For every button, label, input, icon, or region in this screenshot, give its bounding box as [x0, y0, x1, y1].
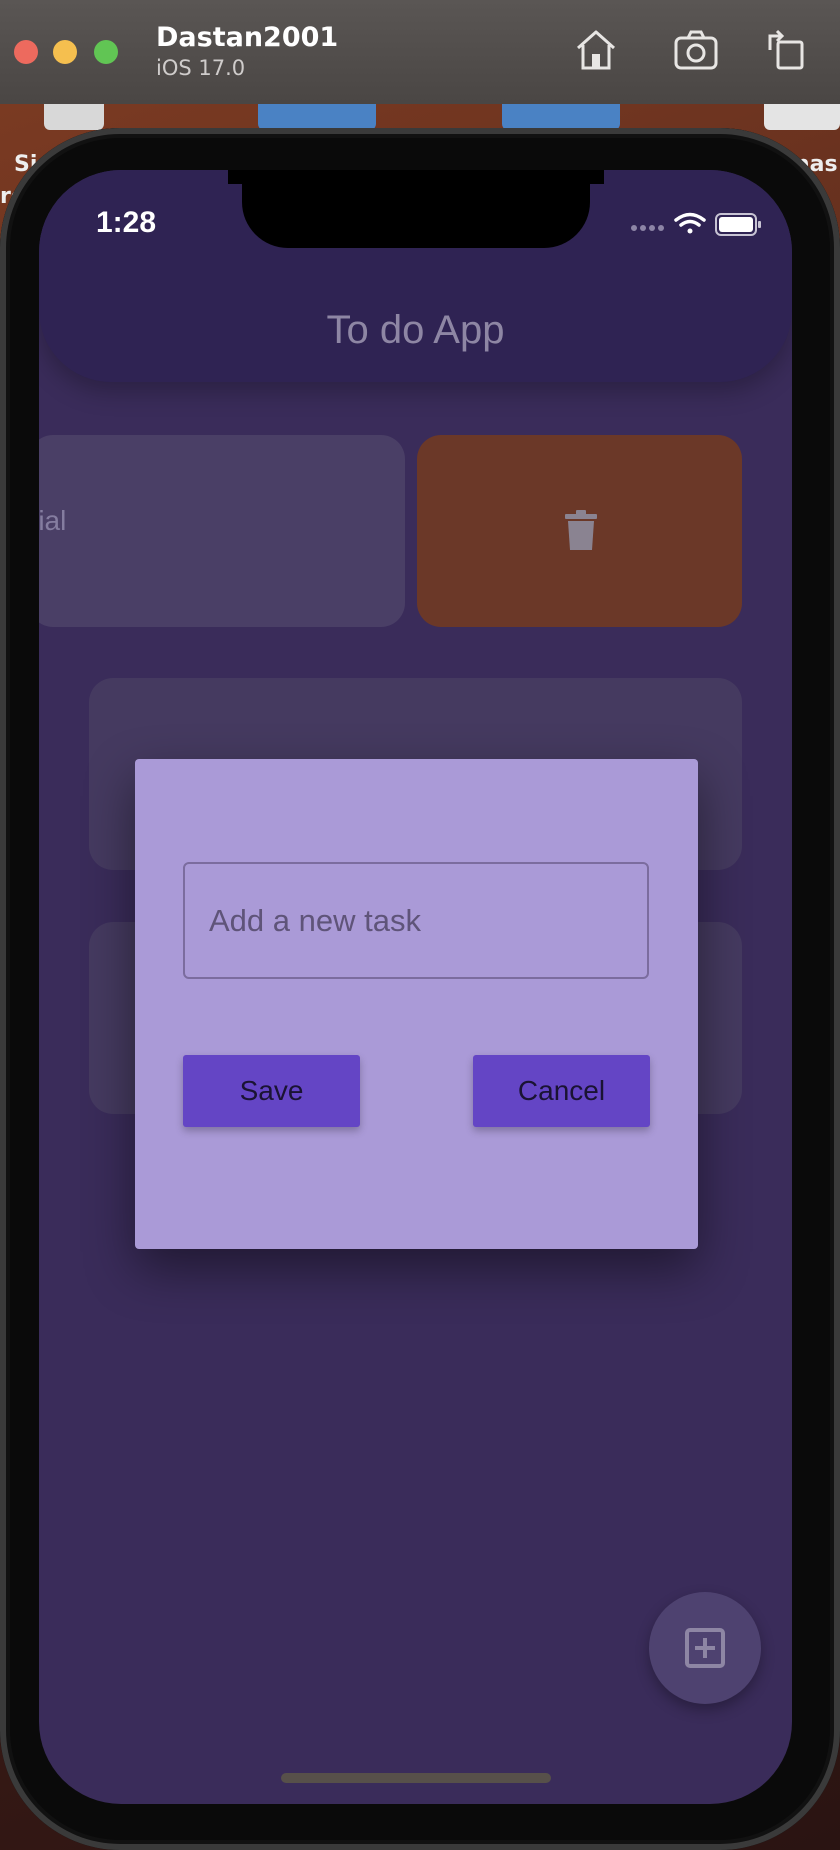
save-button[interactable]: Save: [183, 1055, 360, 1127]
camera-notch: [242, 170, 590, 248]
desktop-folder-thumbnail[interactable]: [502, 104, 620, 130]
minimize-window-button[interactable]: [53, 40, 77, 64]
trash-icon[interactable]: [565, 510, 597, 550]
desktop-folder-thumbnail[interactable]: [258, 104, 376, 130]
desktop-file-thumbnail[interactable]: [44, 104, 104, 130]
os-version: iOS 17.0: [156, 56, 246, 80]
cancel-button[interactable]: Cancel: [473, 1055, 650, 1127]
task-input[interactable]: [183, 862, 649, 979]
add-task-dialog: Save Cancel: [135, 759, 698, 1249]
rotate-icon[interactable]: [762, 26, 810, 74]
close-window-button[interactable]: [14, 40, 38, 64]
screenshot-icon[interactable]: [672, 26, 720, 74]
simulator-titlebar: Dastan2001 iOS 17.0: [0, 0, 840, 105]
home-indicator[interactable]: [281, 1773, 551, 1783]
desktop-file-thumbnail[interactable]: [764, 104, 840, 130]
cellular-dots-icon: [631, 225, 664, 231]
notch-corner: [590, 170, 604, 184]
battery-icon: [715, 213, 761, 236]
add-box-icon: [685, 1628, 725, 1668]
zoom-window-button[interactable]: [94, 40, 118, 64]
add-task-button[interactable]: [649, 1592, 761, 1704]
phone-screen: 1:28 To do App rial: [39, 170, 792, 1804]
wifi-icon: [674, 212, 706, 234]
app-title: To do App: [326, 308, 505, 352]
status-time: 1:28: [96, 206, 157, 239]
task-card[interactable]: rial: [39, 435, 405, 627]
notch-corner: [228, 170, 242, 184]
task-text: rial: [39, 505, 67, 536]
status-icons: [631, 212, 761, 236]
home-icon[interactable]: [572, 26, 620, 74]
device-name: Dastan2001: [156, 22, 339, 53]
